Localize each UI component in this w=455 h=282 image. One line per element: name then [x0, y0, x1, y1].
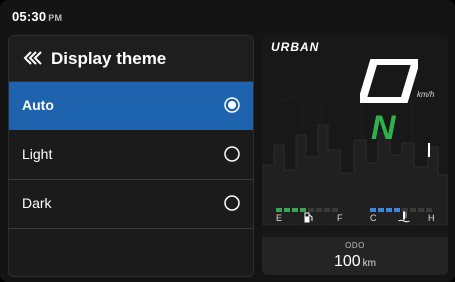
temp-segment-off	[418, 208, 424, 212]
screen-frame: 05:30 PM Display theme Auto Light Dark U…	[0, 0, 455, 282]
back-icon[interactable]	[21, 49, 43, 67]
city-skyline-graphic	[262, 95, 448, 225]
cluster-preview: URBAN km/h N E F C H ODO 100 km	[262, 35, 448, 275]
temp-cold-label: C	[370, 213, 377, 223]
temp-hot-label: H	[428, 213, 435, 223]
status-bar: 05:30 PM	[12, 9, 62, 24]
fuel-empty-label: E	[276, 213, 283, 223]
fuel-segment-off	[324, 208, 330, 212]
indicator-tick	[428, 143, 430, 157]
gear-value: N	[371, 109, 397, 143]
temp-segment-on	[370, 208, 376, 212]
temp-segment-off	[426, 208, 432, 212]
clock-ampm: PM	[48, 13, 63, 23]
temp-segment-on	[378, 208, 384, 212]
fuel-segment-off	[332, 208, 338, 212]
radio-unselected-icon[interactable]	[224, 146, 240, 162]
option-label: Dark	[22, 195, 52, 211]
fuel-pump-icon	[304, 212, 313, 223]
fuel-segment-on	[292, 208, 298, 212]
fuel-segment-on	[284, 208, 290, 212]
radio-unselected-icon[interactable]	[224, 195, 240, 211]
radio-selected-icon[interactable]	[224, 97, 240, 113]
odo-value-line: 100 km	[262, 253, 448, 271]
fuel-segment-on	[276, 208, 282, 212]
temp-segment-off	[410, 208, 416, 212]
brand-logo: URBAN	[271, 40, 320, 54]
panel-header: Display theme	[9, 36, 253, 82]
temp-gauge	[370, 199, 434, 212]
gear-indicator-icon: N	[371, 109, 397, 143]
fuel-full-label: F	[337, 213, 343, 223]
theme-option-auto[interactable]: Auto	[9, 82, 253, 130]
odo-value: 100	[333, 253, 361, 270]
theme-option-dark[interactable]: Dark	[9, 180, 253, 229]
speed-readout-icon	[360, 59, 418, 103]
fuel-gauge	[276, 199, 340, 212]
speed-unit: km/h	[417, 90, 435, 99]
option-label: Light	[22, 146, 53, 162]
clock-time: 05:30	[12, 9, 47, 24]
odo-unit: km	[362, 258, 377, 269]
temp-segment-on	[386, 208, 392, 212]
display-theme-panel: Display theme Auto Light Dark	[8, 35, 254, 277]
coolant-temp-icon	[398, 211, 410, 223]
panel-title: Display theme	[51, 49, 167, 68]
theme-option-light[interactable]: Light	[9, 131, 253, 180]
odometer: ODO 100 km	[262, 237, 448, 275]
option-label: Auto	[22, 97, 54, 113]
fuel-segment-off	[316, 208, 322, 212]
odo-label: ODO	[345, 241, 365, 250]
